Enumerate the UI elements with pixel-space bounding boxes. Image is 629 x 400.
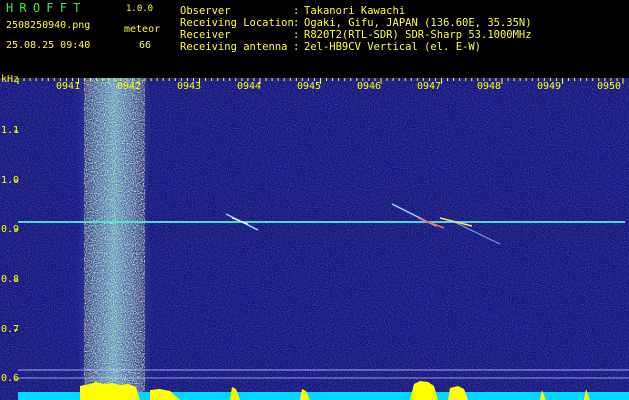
x-tick-label: 0942: [117, 81, 142, 92]
y-tick-label: 0.6: [1, 373, 20, 384]
observer-value: Takanori Kawachi: [304, 5, 406, 17]
x-tick-label: 0944: [237, 81, 262, 92]
header-panel: HROFFT 1.0.0 2508250940.png meteor 25.08…: [0, 0, 629, 78]
receiver-label: Receiver: [180, 29, 231, 41]
observer-label: Observer: [180, 5, 231, 17]
spectrogram: [0, 78, 629, 400]
y-tick-label: 0.9: [1, 224, 20, 235]
observer-colon: :: [293, 5, 300, 17]
location-label: Receiving Location: [180, 17, 294, 29]
antenna-label: Receiving antenna: [180, 41, 288, 53]
receiver-colon: :: [293, 29, 300, 41]
y-tick-label: 1.1: [1, 125, 20, 136]
antenna-value: 2el-HB9CV Vertical (el. E-W): [304, 41, 482, 53]
y-axis-unit: kHz: [1, 74, 20, 85]
meteor-label: meteor: [124, 24, 161, 35]
app-title: HROFFT: [6, 1, 87, 15]
x-tick-label: 0948: [477, 81, 502, 92]
x-tick-label: 0945: [297, 81, 322, 92]
date-time: 25.08.25 09:40: [6, 40, 91, 51]
x-tick-label: 0949: [537, 81, 562, 92]
y-tick-label: 0.8: [1, 274, 20, 285]
meteor-count: 66: [139, 40, 152, 51]
location-value: Ogaki, Gifu, JAPAN (136.60E, 35.35N): [304, 17, 532, 29]
y-tick-label: 1.0: [1, 175, 20, 186]
receiver-value: R820T2(RTL-SDR) SDR-Sharp 53.1000MHz: [304, 29, 532, 41]
x-tick-label: 0950: [597, 81, 622, 92]
antenna-colon: :: [293, 41, 300, 53]
x-tick-label: 0947: [417, 81, 442, 92]
app-version: 1.0.0: [126, 4, 154, 14]
x-tick-label: 0943: [177, 81, 202, 92]
interference-burst-speckle: [84, 78, 145, 400]
x-tick-label: 0941: [56, 81, 81, 92]
location-colon: :: [293, 17, 300, 29]
x-tick-label: 0946: [357, 81, 382, 92]
file-name: 2508250940.png: [6, 20, 91, 31]
y-tick-label: 0.7: [1, 324, 20, 335]
